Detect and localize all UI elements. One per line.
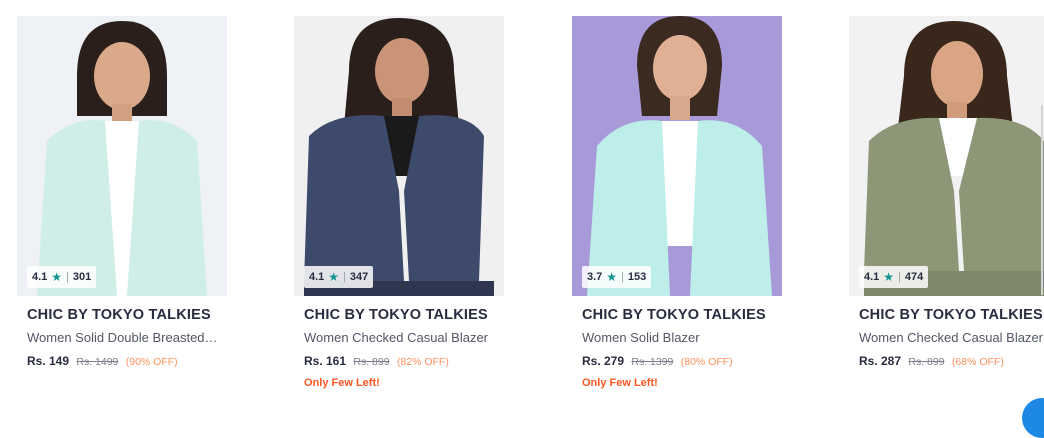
discounted-price: Rs. 287 xyxy=(859,354,902,368)
product-brand[interactable]: CHIC BY TOKYO TALKIES xyxy=(582,307,782,323)
discounted-price: Rs. 161 xyxy=(304,354,347,368)
rating-badge: 4.1 ★ | 474 xyxy=(859,266,929,288)
stock-note: Only Few Left! xyxy=(582,377,658,389)
product-photo xyxy=(849,16,1044,296)
discount-percentage: (82% OFF) xyxy=(396,356,449,368)
star-icon: ★ xyxy=(606,270,618,284)
rating-value: 4.1 xyxy=(32,271,48,283)
rating-separator: | xyxy=(343,271,346,283)
price-row: Rs. 279 Rs. 1399 (80% OFF) xyxy=(582,354,787,368)
discounted-price: Rs. 149 xyxy=(27,354,70,368)
product-name[interactable]: Women Checked Casual Blazer xyxy=(859,330,1044,345)
product-brand[interactable]: CHIC BY TOKYO TALKIES xyxy=(859,307,1044,323)
product-card[interactable]: 4.1 ★ | 474 CHIC BY TOKYO TALKIES Women … xyxy=(849,16,1044,406)
rating-separator: | xyxy=(621,271,624,283)
rating-value: 4.1 xyxy=(864,271,880,283)
rating-count: 347 xyxy=(349,271,369,283)
product-name[interactable]: Women Checked Casual Blazer xyxy=(304,330,504,345)
star-icon: ★ xyxy=(883,270,895,284)
star-icon: ★ xyxy=(51,270,63,284)
product-image[interactable]: 4.1 ★ | 474 xyxy=(849,16,1044,296)
product-image[interactable]: 4.1 ★ | 347 xyxy=(294,16,504,296)
original-price: Rs. 1499 xyxy=(76,356,119,368)
price-row: Rs. 287 Rs. 899 (68% OFF) xyxy=(859,354,1044,368)
rating-count: 153 xyxy=(627,271,647,283)
stock-note: Only Few Left! xyxy=(304,377,380,389)
rating-badge: 3.7 ★ | 153 xyxy=(582,266,652,288)
page-scrollbar[interactable] xyxy=(1041,105,1043,295)
original-price: Rs. 899 xyxy=(908,356,945,368)
product-card[interactable]: 4.1 ★ | 347 CHIC BY TOKYO TALKIES Women … xyxy=(294,16,504,406)
rating-value: 3.7 xyxy=(587,271,603,283)
discount-percentage: (90% OFF) xyxy=(125,356,178,368)
rating-separator: | xyxy=(898,271,901,283)
product-brand[interactable]: CHIC BY TOKYO TALKIES xyxy=(27,307,227,323)
original-price: Rs. 1399 xyxy=(631,356,674,368)
rating-count: 474 xyxy=(904,271,924,283)
discount-percentage: (68% OFF) xyxy=(951,356,1004,368)
product-photo xyxy=(572,16,782,296)
price-row: Rs. 161 Rs. 899 (82% OFF) xyxy=(304,354,509,368)
rating-badge: 4.1 ★ | 347 xyxy=(304,266,374,288)
discount-percentage: (80% OFF) xyxy=(680,356,733,368)
product-card[interactable]: 3.7 ★ | 153 CHIC BY TOKYO TALKIES Women … xyxy=(572,16,782,406)
product-photo xyxy=(294,16,504,296)
rating-separator: | xyxy=(66,271,69,283)
rating-badge: 4.1 ★ | 301 xyxy=(27,266,97,288)
product-photo xyxy=(17,16,227,296)
rating-value: 4.1 xyxy=(309,271,325,283)
price-row: Rs. 149 Rs. 1499 (90% OFF) xyxy=(27,354,232,368)
product-grid: 4.1 ★ | 301 CHIC BY TOKYO TALKIES Women … xyxy=(0,0,1044,414)
original-price: Rs. 899 xyxy=(353,356,390,368)
product-card[interactable]: 4.1 ★ | 301 CHIC BY TOKYO TALKIES Women … xyxy=(17,16,227,406)
product-name[interactable]: Women Solid Double Breasted… xyxy=(27,330,227,345)
product-image[interactable]: 3.7 ★ | 153 xyxy=(572,16,782,296)
product-brand[interactable]: CHIC BY TOKYO TALKIES xyxy=(304,307,504,323)
product-name[interactable]: Women Solid Blazer xyxy=(582,330,782,345)
discounted-price: Rs. 279 xyxy=(582,354,625,368)
star-icon: ★ xyxy=(328,270,340,284)
rating-count: 301 xyxy=(72,271,92,283)
product-image[interactable]: 4.1 ★ | 301 xyxy=(17,16,227,296)
